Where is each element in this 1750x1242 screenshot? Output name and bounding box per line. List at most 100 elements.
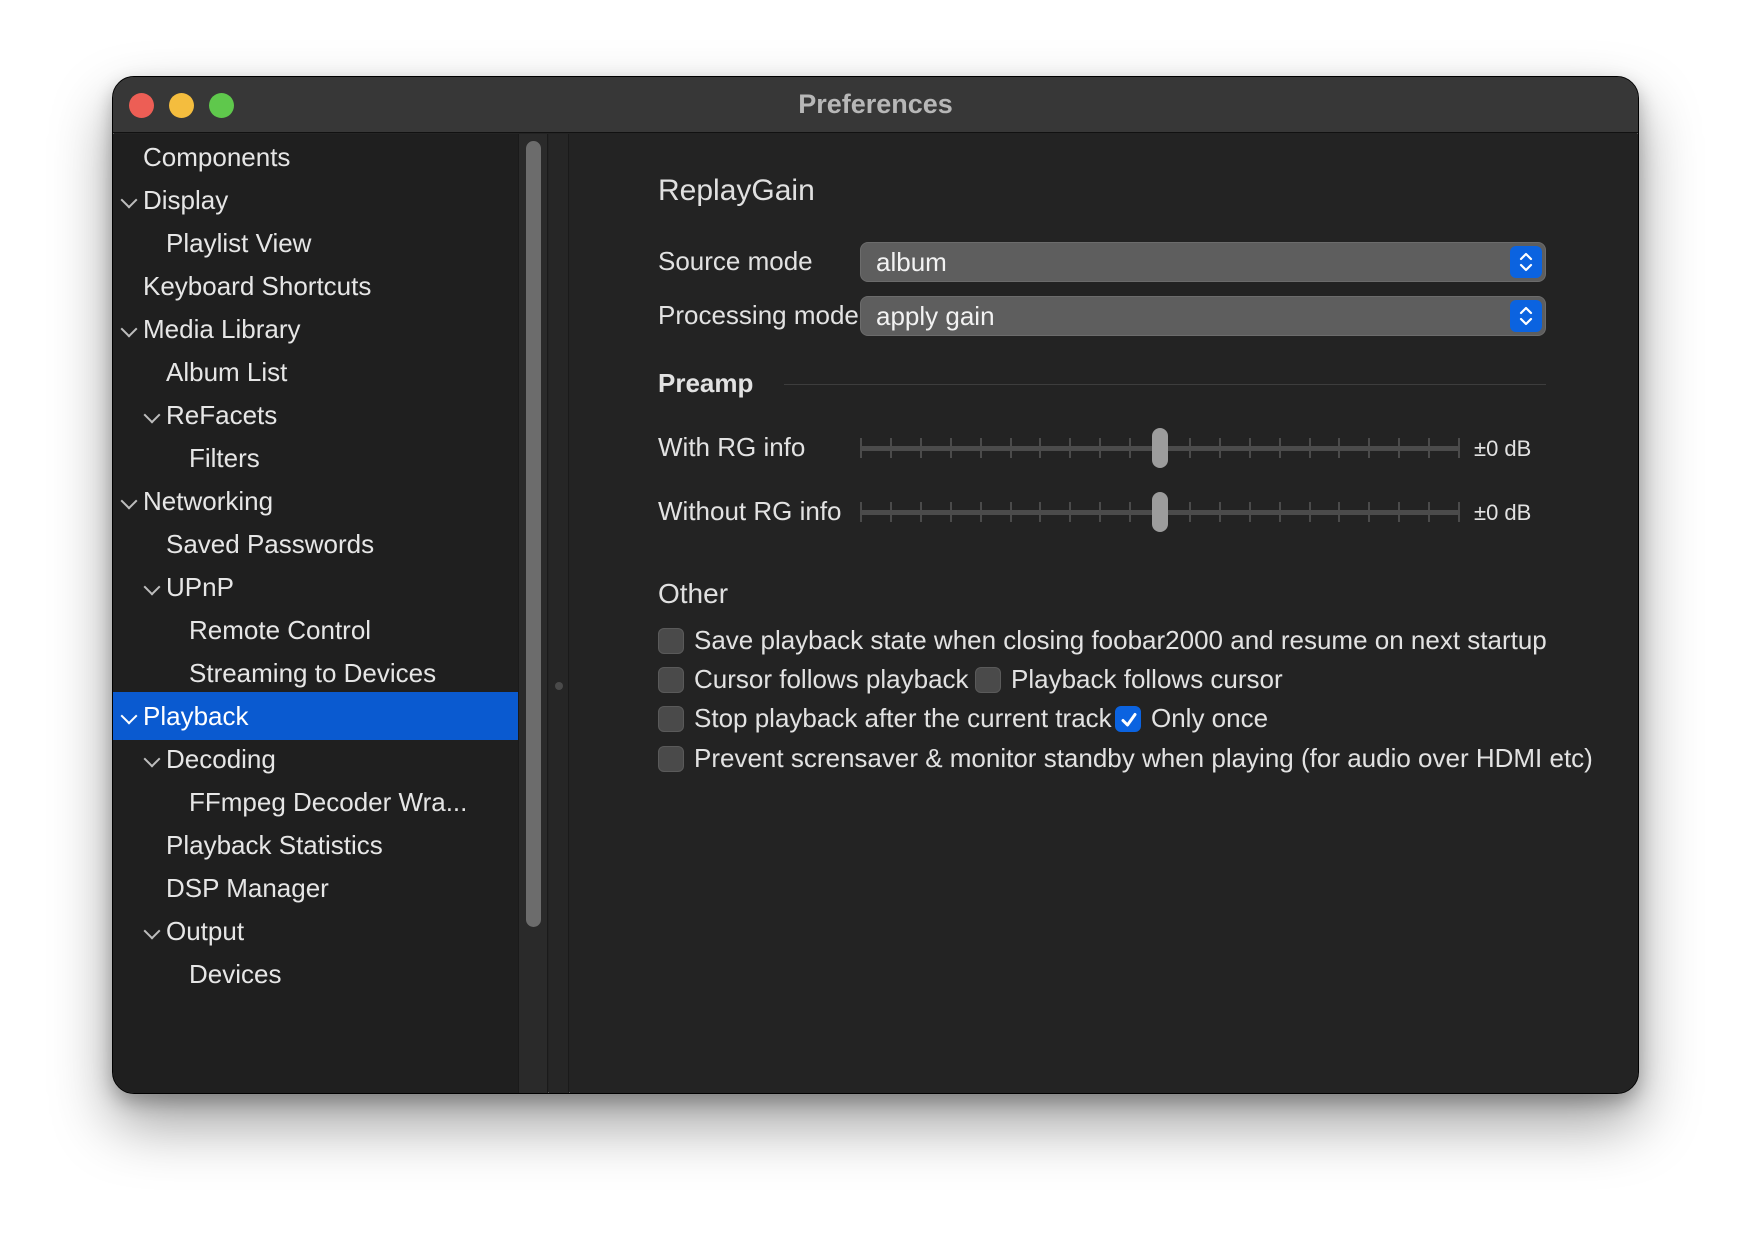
sidebar-item-ffmpeg-decoder-wra[interactable]: FFmpeg Decoder Wra... [113,778,518,826]
slider-tick [1458,438,1460,458]
slider-tick [1368,438,1370,458]
slider-tick [1069,438,1071,458]
cursor-follows-playback-label: Cursor follows playback [694,664,969,694]
prevent-screensaver-label: Prevent scrensaver & monitor standby whe… [694,743,1593,773]
chevron-down-icon[interactable] [120,492,138,510]
slider-tick [1398,438,1400,458]
sidebar-item-label: Playback Statistics [166,830,383,860]
sidebar-item-label: Display [143,185,229,215]
slider-tick [1309,438,1311,458]
sidebar-item-label: Components [143,142,291,172]
sidebar-item-upnp[interactable]: UPnP [113,563,518,611]
slider-tick [1309,502,1311,522]
with-rg-info-label: With RG info [658,432,806,462]
source-mode-value: album [876,247,947,277]
without-rg-info-slider[interactable] [860,488,1460,538]
sidebar-item-decoding[interactable]: Decoding [113,735,518,783]
playback-settings-pane: ReplayGain Source mode album Processing … [570,134,1638,1093]
prevent-screensaver-checkbox[interactable] [658,746,684,772]
slider-tick [1249,502,1251,522]
checkmark-icon [1121,713,1137,727]
slider-tick [1368,502,1370,522]
slider-tick [980,502,982,522]
sidebar-item-label: Playlist View [166,228,312,258]
save-playback-state-label: Save playback state when closing foobar2… [694,625,1547,655]
sidebar-item-album-list[interactable]: Album List [113,348,518,396]
sidebar-item-label: Streaming to Devices [189,658,437,688]
chevron-down-icon[interactable] [143,578,161,596]
processing-mode-select[interactable]: apply gain [860,296,1546,336]
sidebar-item-filters[interactable]: Filters [113,434,518,482]
sidebar-item-streaming-to-devices[interactable]: Streaming to Devices [113,649,518,697]
chevron-down-icon[interactable] [120,320,138,338]
playback-follows-cursor-checkbox[interactable] [975,667,1001,693]
sidebar-item-label: Saved Passwords [166,529,375,559]
sidebar-item-remote-control[interactable]: Remote Control [113,606,518,654]
chevron-down-icon[interactable] [120,191,138,209]
slider-tick [1129,502,1131,522]
slider-tick [980,438,982,458]
chevron-down-icon[interactable] [143,406,161,424]
sidebar-item-display[interactable]: Display [113,176,518,224]
slider-knob[interactable] [1152,428,1168,468]
stop-after-current-label: Stop playback after the current track [694,703,1112,733]
stop-after-current-checkbox[interactable] [658,706,684,732]
slider-tick [1099,438,1101,458]
source-mode-select[interactable]: album [860,242,1546,282]
split-view-divider[interactable] [549,134,569,1093]
slider-tick [1189,438,1191,458]
sidebar-item-label: DSP Manager [166,873,329,903]
sidebar-item-media-library[interactable]: Media Library [113,305,518,353]
sidebar-item-dsp-manager[interactable]: DSP Manager [113,864,518,912]
sidebar-scroll-thumb[interactable] [526,141,541,927]
up-down-chevron-icon [1510,246,1542,278]
slider-tick [1219,502,1221,522]
sidebar-item-label: Keyboard Shortcuts [143,271,372,301]
slider-tick [1338,438,1340,458]
chevron-down-icon[interactable] [120,707,138,725]
slider-tick [1458,502,1460,522]
slider-tick [1010,438,1012,458]
sidebar-item-playlist-view[interactable]: Playlist View [113,219,518,267]
sidebar-scrollbar[interactable] [518,134,548,1093]
slider-tick [1039,438,1041,458]
title-bar: Preferences [113,77,1638,133]
slider-tick [1249,438,1251,458]
sidebar-item-output[interactable]: Output [113,907,518,955]
sidebar-item-devices[interactable]: Devices [113,950,518,998]
slider-tick [950,502,952,522]
sidebar-item-label: ReFacets [166,400,278,430]
sidebar-item-components[interactable]: Components [113,134,518,181]
divider-handle-icon [555,682,563,690]
sidebar-item-keyboard-shortcuts[interactable]: Keyboard Shortcuts [113,262,518,310]
slider-tick [1279,438,1281,458]
slider-tick [1398,502,1400,522]
replaygain-heading: ReplayGain [658,174,815,207]
sidebar-item-playback-statistics[interactable]: Playback Statistics [113,821,518,869]
sidebar-item-label: Album List [166,357,288,387]
sidebar-item-refacets[interactable]: ReFacets [113,391,518,439]
sidebar-item-label: Devices [189,959,282,989]
sidebar-item-label: FFmpeg Decoder Wra... [189,787,468,817]
without-rg-info-value: ±0 dB [1474,500,1532,525]
save-playback-state-checkbox[interactable] [658,628,684,654]
sidebar-item-label: Filters [189,443,260,473]
slider-knob[interactable] [1152,492,1168,532]
cursor-follows-playback-checkbox[interactable] [658,667,684,693]
window-title: Preferences [798,89,953,119]
chevron-down-icon[interactable] [143,750,161,768]
slider-tick [950,438,952,458]
sidebar-item-networking[interactable]: Networking [113,477,518,525]
slider-tick [1069,502,1071,522]
preferences-sidebar: Components Display Playlist View Keyboard S… [113,134,518,1093]
chevron-down-icon[interactable] [143,922,161,940]
slider-tick [860,502,862,522]
slider-tick [1189,502,1191,522]
processing-mode-value: apply gain [876,301,995,331]
sidebar-item-saved-passwords[interactable]: Saved Passwords [113,520,518,568]
with-rg-info-value: ±0 dB [1474,436,1532,461]
sidebar-item-playback[interactable]: Playback [113,692,518,740]
with-rg-info-slider[interactable] [860,424,1460,474]
source-mode-label: Source mode [658,246,813,276]
only-once-checkbox[interactable] [1115,706,1141,732]
